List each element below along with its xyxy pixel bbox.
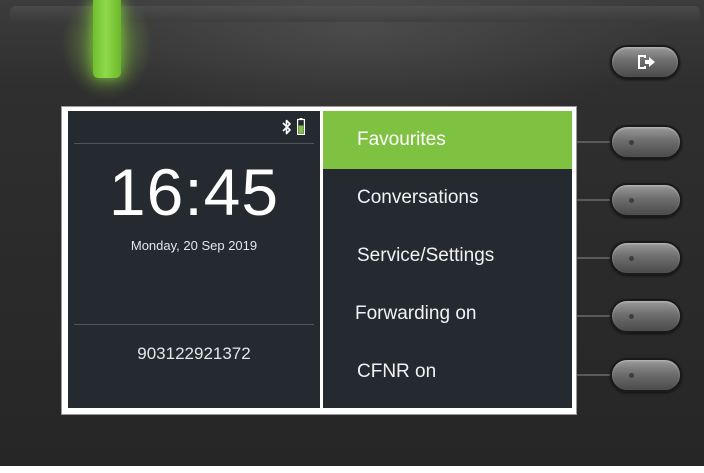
status-divider — [74, 143, 314, 144]
menu-item-forwarding[interactable]: Forwarding on — [323, 285, 572, 343]
softkey-line — [577, 141, 613, 143]
status-led — [93, 0, 121, 78]
softkey-line — [577, 315, 613, 317]
softkey-line — [577, 199, 613, 201]
logout-key[interactable] — [610, 45, 680, 79]
phone-number: 903122921372 — [137, 344, 251, 363]
number-divider — [74, 324, 314, 325]
softkey-dot — [629, 140, 634, 145]
softkey-dot — [629, 198, 634, 203]
display-screen: 16:45 Monday, 20 Sep 2019 903122921372 F… — [61, 106, 577, 415]
softkey-2[interactable] — [610, 183, 682, 217]
softkey-5[interactable] — [610, 358, 682, 392]
menu-item-favourites[interactable]: Favourites — [323, 111, 572, 169]
clock-time: 16:45 — [108, 155, 280, 229]
menu-item-cfnr[interactable]: CFNR on — [323, 343, 572, 401]
menu-item-service-settings[interactable]: Service/Settings — [323, 227, 572, 285]
softkey-dot — [629, 373, 634, 378]
softkey-1[interactable] — [610, 125, 682, 159]
softkey-dot — [629, 314, 634, 319]
softkey-4[interactable] — [610, 299, 682, 333]
main-menu: Favourites Conversations Service/Setting… — [323, 111, 572, 408]
status-bar — [68, 111, 320, 143]
bluetooth-icon — [282, 119, 291, 135]
softkey-dot — [629, 256, 634, 261]
battery-icon — [297, 118, 305, 135]
image-border — [0, 466, 704, 473]
softkey-3[interactable] — [610, 241, 682, 275]
clock-date: Monday, 20 Sep 2019 — [130, 238, 258, 253]
logout-icon — [638, 55, 655, 69]
softkey-line — [577, 257, 613, 259]
softkey-line — [577, 374, 613, 376]
idle-panel: 16:45 Monday, 20 Sep 2019 903122921372 — [68, 111, 320, 408]
menu-item-conversations[interactable]: Conversations — [323, 169, 572, 227]
phone-device: 16:45 Monday, 20 Sep 2019 903122921372 F… — [0, 0, 704, 473]
